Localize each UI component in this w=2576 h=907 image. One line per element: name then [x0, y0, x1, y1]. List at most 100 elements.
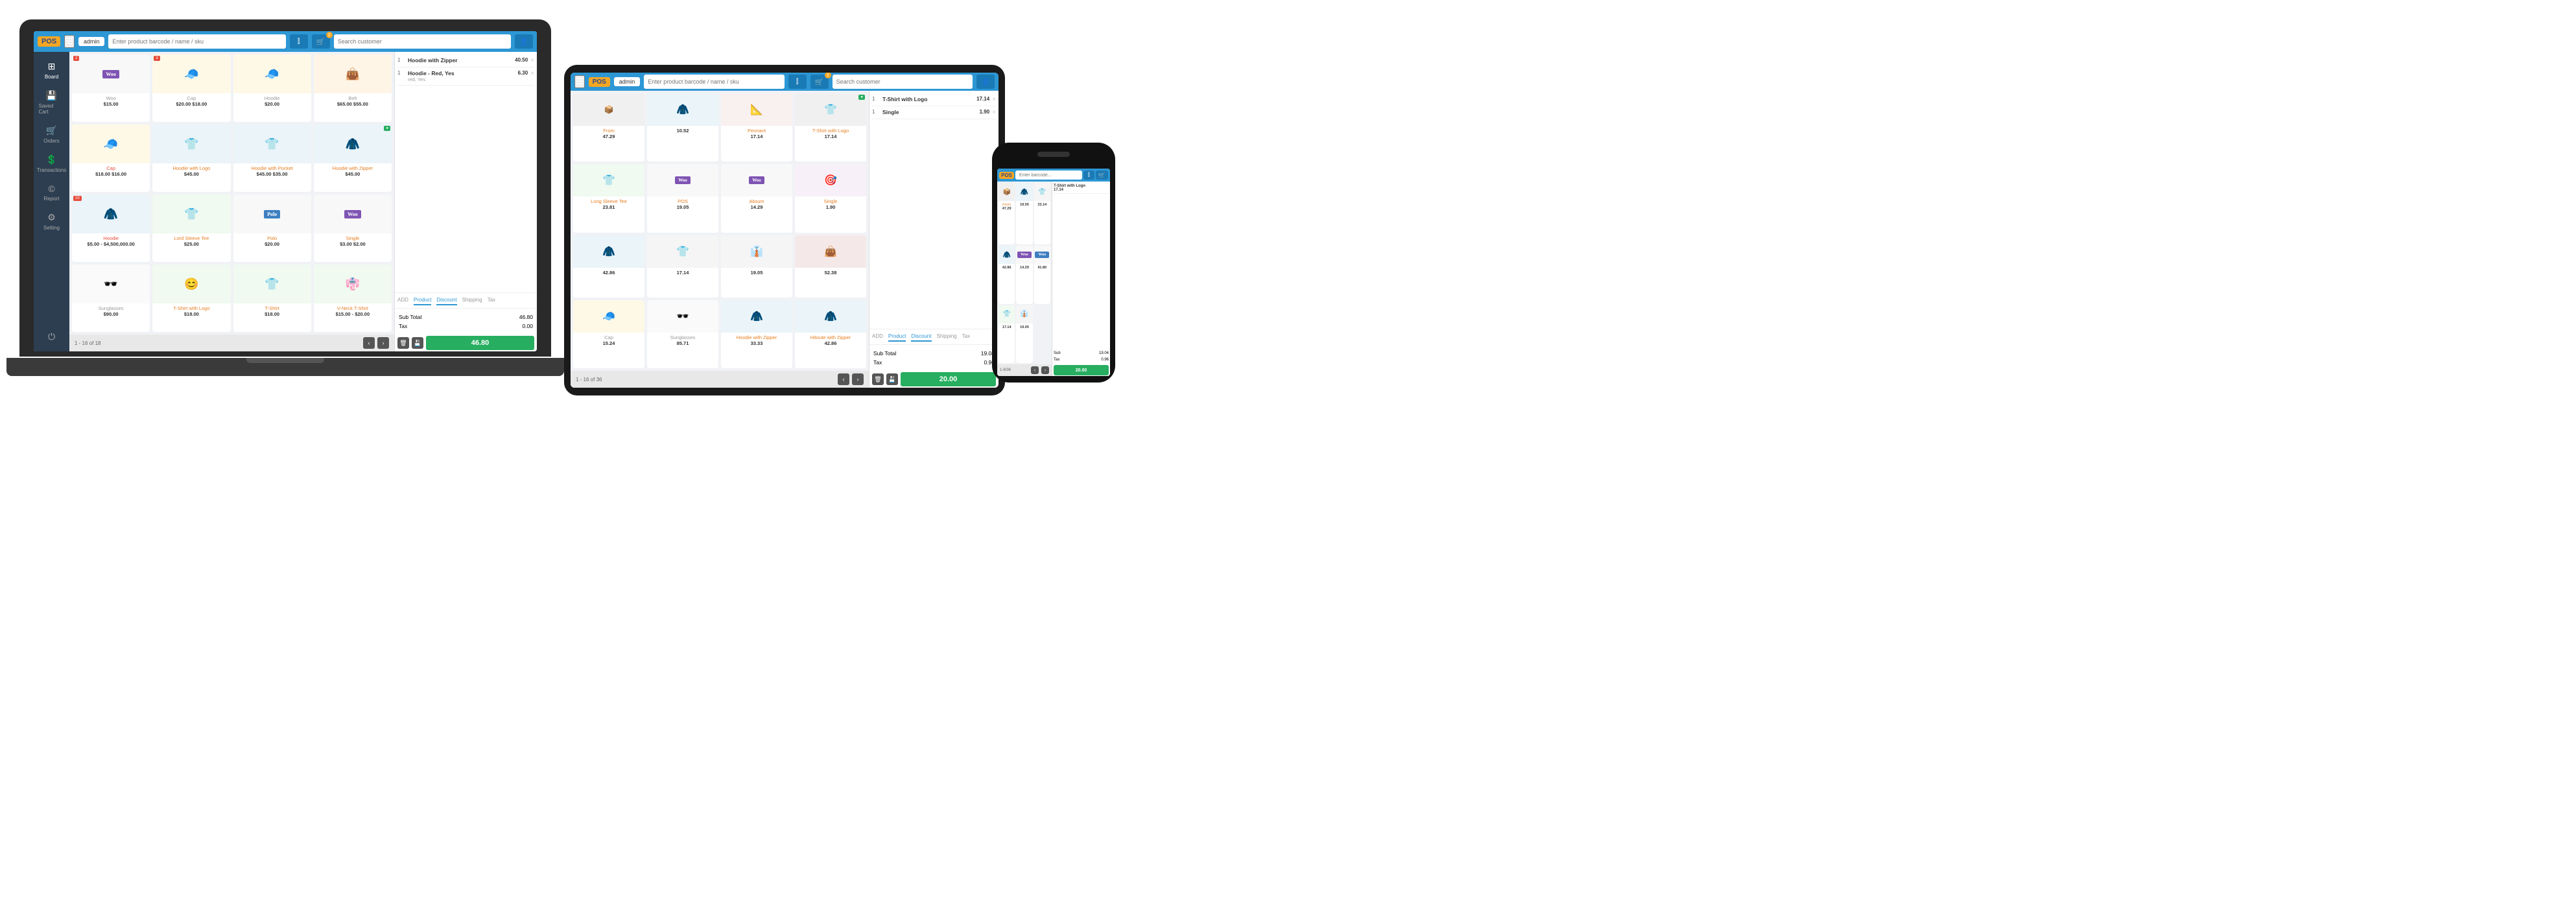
filter-button[interactable]: ⫿ — [290, 34, 308, 49]
product-card[interactable]: 🧥 10.52 — [647, 93, 718, 161]
product-card[interactable]: 👜 Belt $65.00 $55.00 — [314, 54, 392, 122]
add-customer-button[interactable]: 👤 — [515, 34, 533, 49]
cart-item-details: T-Shirt with Logo — [882, 96, 974, 102]
product-price: 19.05 — [1019, 325, 1030, 329]
product-card[interactable]: 📐 Pennant 17.14 — [721, 93, 792, 161]
phone-prev-button[interactable]: ‹ — [1031, 366, 1039, 374]
product-card[interactable]: 📦 From 47.29 — [998, 183, 1015, 244]
tablet-tab-discount[interactable]: Discount — [911, 332, 931, 342]
tablet-filter-button[interactable]: ⫿ — [788, 75, 807, 89]
product-card[interactable]: 🧢 Cap $18.00 $16.00 — [72, 124, 150, 192]
product-card[interactable]: 🕶️ Sunglasses 85.71 — [647, 300, 718, 368]
charge-button[interactable]: 46.80 — [426, 336, 534, 350]
tab-shipping[interactable]: Shipping — [462, 296, 482, 305]
next-page-button[interactable]: › — [377, 337, 389, 349]
product-card[interactable]: 👕 23.14 — [1034, 183, 1050, 244]
tablet-tab-product[interactable]: Product — [888, 332, 906, 342]
sidebar-item-savedcart[interactable]: 💾 Saved Cart — [36, 86, 67, 119]
product-card[interactable]: 🕶️ Sunglasses $90.00 — [72, 265, 150, 332]
tablet-barcode-input[interactable] — [644, 75, 784, 89]
customer-search-input[interactable] — [334, 34, 511, 49]
product-card[interactable]: Woo Single $3.00 $2.00 — [314, 194, 392, 262]
phone-charge-button[interactable]: 20.00 — [1054, 365, 1109, 375]
phone-barcode-input[interactable] — [1015, 171, 1082, 180]
product-card[interactable]: ● 👕 T-Shirt with Logo 17.14 — [795, 93, 866, 161]
phone-next-button[interactable]: › — [1041, 366, 1049, 374]
remove-item-button[interactable]: × — [992, 109, 996, 116]
prev-page-button[interactable]: ‹ — [363, 337, 375, 349]
barcode-input[interactable] — [108, 34, 285, 49]
sidebar-item-orders[interactable]: 🛒 Orders — [36, 121, 67, 148]
tab-add[interactable]: ADD — [397, 296, 408, 305]
product-card[interactable]: 🧥 Hitoute with Zipper 42.86 — [795, 300, 866, 368]
sidebar-item-report[interactable]: © Report — [36, 180, 67, 206]
phone-cart-button[interactable]: 🛒 — [1096, 171, 1108, 180]
cart-button[interactable]: 🛒 2 — [312, 34, 330, 49]
product-card[interactable]: 🧢 Cap 15.24 — [573, 300, 644, 368]
product-info: Pennant 17.14 — [721, 126, 792, 141]
woo-logo: Woo — [102, 70, 119, 78]
product-card[interactable]: 🧥 Hoodie with Zipper 33.33 — [721, 300, 792, 368]
product-card[interactable]: ● 🧥 Hoodie with Zipper $45.00 — [314, 124, 392, 192]
product-card[interactable]: 10 🧥 Hoodie $5.00 - $4,500,000.00 — [72, 194, 150, 262]
product-card[interactable]: 👕 17.14 — [647, 235, 718, 298]
tablet-delete-cart-button[interactable]: 🗑 — [872, 373, 884, 385]
product-card[interactable]: 🧥 42.86 — [573, 235, 644, 298]
tab-discount[interactable]: Discount — [436, 296, 456, 305]
product-price: $15.00 - $20.00 — [316, 311, 389, 317]
sidebar-item-logout[interactable]: ⏻ — [36, 327, 67, 346]
tab-product[interactable]: Product — [414, 296, 432, 305]
tablet-tab-add[interactable]: ADD — [872, 332, 883, 342]
product-card[interactable]: Woo POS 19.05 — [647, 164, 718, 232]
product-card[interactable]: 😊 T-Shirt with Logo $18.00 — [152, 265, 230, 332]
product-card[interactable]: 3 🧢 Cap $20.00 $18.00 — [152, 54, 230, 122]
product-card[interactable]: Woo 14.29 — [1016, 246, 1032, 303]
orders-icon: 🛒 — [46, 125, 57, 136]
product-card[interactable]: 👕 Lord Sleeve Tee $25.00 — [152, 194, 230, 262]
sidebar-item-board[interactable]: ⊞ Board — [36, 57, 67, 84]
phone-filter-button[interactable]: ⫿ — [1083, 171, 1094, 180]
product-card[interactable]: 👘 V-Neck T-Shirt $15.00 - $20.00 — [314, 265, 392, 332]
tablet-tab-shipping[interactable]: Shipping — [937, 332, 957, 342]
product-card[interactable]: Polo Polo $20.00 — [233, 194, 311, 262]
remove-item-button[interactable]: × — [530, 70, 534, 77]
tablet-customer-search-input[interactable] — [833, 75, 973, 89]
product-card[interactable]: 🧥 19.05 — [1016, 183, 1032, 244]
product-card[interactable]: 👕 Hoodie with Logo $45.00 — [152, 124, 230, 192]
tablet-tab-tax[interactable]: Tax — [962, 332, 970, 342]
product-card[interactable]: Woo Absum 14.29 — [721, 164, 792, 232]
woo-logo: Polo — [264, 210, 280, 218]
tablet-charge-button[interactable]: 20.00 — [901, 372, 996, 386]
cart-item-details: Hoodie - Red, Yes red, Yes — [408, 70, 515, 82]
product-image: Woo — [72, 54, 150, 93]
tablet-prev-page-button[interactable]: ‹ — [838, 373, 849, 385]
remove-item-button[interactable]: × — [992, 96, 996, 103]
product-card[interactable]: 🎯 Single 1.90 — [795, 164, 866, 232]
product-card[interactable]: 👕 17.14 — [998, 305, 1015, 363]
product-card[interactable]: 👕 Hoodie with Pocket $45.00 $35.00 — [233, 124, 311, 192]
tablet-add-customer-button[interactable]: 👤 — [976, 75, 995, 89]
delete-cart-button[interactable]: 🗑 — [397, 337, 409, 349]
product-card[interactable]: 📦 From 47.29 — [573, 93, 644, 161]
tablet-hamburger-button[interactable]: ☰ — [574, 75, 585, 88]
product-card[interactable]: 👜 52.38 — [795, 235, 866, 298]
sidebar-item-transactions[interactable]: 💲 Transactions — [36, 150, 67, 177]
remove-item-button[interactable]: × — [530, 57, 534, 64]
product-card[interactable]: Woo 41.80 — [1034, 246, 1050, 303]
product-card[interactable]: 👔 19.05 — [1016, 305, 1032, 363]
product-card[interactable]: 🧢 Hoodie $20.00 — [233, 54, 311, 122]
woo-logo: Woo — [749, 176, 764, 184]
product-card[interactable]: 👕 T-Shirt $18.00 — [233, 265, 311, 332]
tab-tax[interactable]: Tax — [488, 296, 495, 305]
product-price: 41.80 — [1037, 266, 1048, 270]
sidebar-item-setting[interactable]: ⚙ Setting — [36, 208, 67, 235]
tablet-save-cart-button[interactable]: 💾 — [886, 373, 898, 385]
save-cart-button[interactable]: 💾 — [412, 337, 423, 349]
hamburger-button[interactable]: ☰ — [64, 35, 75, 48]
product-card[interactable]: 2 Woo Woo $15.00 — [72, 54, 150, 122]
tablet-cart-button[interactable]: 🛒 2 — [810, 75, 829, 89]
tablet-next-page-button[interactable]: › — [852, 373, 864, 385]
product-card[interactable]: 👕 Long Sleeve Tee 23.81 — [573, 164, 644, 232]
product-card[interactable]: 👔 19.05 — [721, 235, 792, 298]
product-card[interactable]: 🧥 42.86 — [998, 246, 1015, 303]
